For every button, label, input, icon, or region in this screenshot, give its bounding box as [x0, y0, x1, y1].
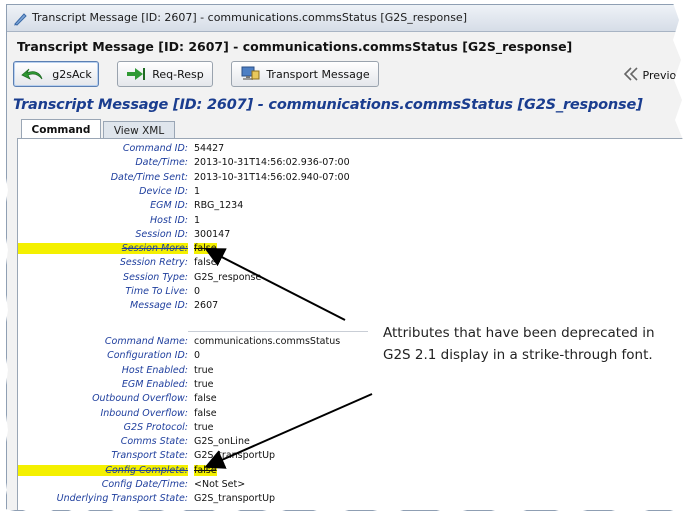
- detail-label: Session Type:: [123, 271, 188, 283]
- detail-label: Session ID:: [135, 228, 188, 240]
- detail-value: 0: [194, 286, 201, 297]
- detail-row: Session Type: G2S_response: [18, 272, 692, 286]
- detail-row: Time To Live: 0: [18, 286, 692, 300]
- detail-value: 1: [194, 214, 201, 226]
- deprecated-label: Config Complete:: [18, 464, 188, 476]
- detail-value: G2S_transportUp: [194, 493, 276, 505]
- detail-value: 0: [194, 350, 201, 362]
- detail-label: Device ID:: [139, 185, 188, 197]
- detail-label: Command Name:: [104, 336, 188, 347]
- window-title: Transcript Message [ID: 2607] - communic…: [32, 11, 467, 24]
- previous-button[interactable]: Previous: [623, 67, 690, 84]
- detail-value: <Not Set>: [194, 479, 246, 490]
- page-title: Transcript Message [ID: 2607] - communic…: [13, 97, 643, 113]
- req-resp-button[interactable]: Req-Resp: [117, 61, 213, 87]
- detail-label: Host Enabled:: [121, 364, 188, 376]
- detail-row: Outbound Overflow: false: [18, 393, 692, 407]
- detail-row: Transport State: G2S_transportUp: [18, 450, 692, 464]
- detail-row: Session More: false: [18, 243, 692, 257]
- detail-label: Outbound Overflow:: [92, 393, 188, 405]
- detail-value: 54427: [194, 143, 225, 154]
- detail-row: Device ID: 1: [18, 186, 692, 200]
- detail-row: Underlying Transport State: G2S_transport…: [18, 493, 692, 507]
- detail-label: Message ID:: [130, 300, 188, 312]
- tab-view-xml[interactable]: View XML: [103, 121, 175, 139]
- detail-value: communications.commsStatus: [194, 336, 341, 347]
- detail-value: false: [194, 407, 217, 419]
- toolbar: g2sAck Req-Resp Transport Message Previo…: [7, 57, 692, 91]
- detail-label: Date/Time:: [135, 157, 188, 169]
- g2sack-label: g2sAck: [52, 67, 92, 81]
- detail-row: Inbound Overflow: false: [18, 408, 692, 422]
- transport-message-label: Transport Message: [266, 67, 370, 81]
- detail-label: EGM Enabled:: [121, 378, 188, 390]
- detail-row: Session ID: 300147: [18, 229, 692, 243]
- callout-annotation: Attributes that have been deprecated in …: [383, 325, 655, 363]
- detail-value: false: [194, 393, 217, 405]
- computer-icon: [240, 66, 260, 82]
- detail-row: Date/Time Sent: 2013-10-31T14:56:02.940-0…: [18, 172, 692, 186]
- detail-row: Config Date/Time: <Not Set>: [18, 479, 692, 493]
- detail-value: 300147: [194, 228, 231, 240]
- detail-value: G2S_onLine: [194, 436, 250, 448]
- detail-value: 1: [194, 185, 201, 197]
- tab-command[interactable]: Command: [21, 119, 101, 139]
- transcript-window: Transcript Message [ID: 2607] - communic…: [6, 4, 692, 511]
- detail-value: false: [194, 257, 217, 269]
- g2sack-button[interactable]: g2sAck: [13, 61, 99, 87]
- detail-label: Configuration ID:: [107, 350, 188, 362]
- group-divider: [188, 331, 368, 332]
- detail-row: Host ID: 1: [18, 215, 692, 229]
- detail-value: true: [194, 378, 214, 390]
- detail-row: Session Retry: false: [18, 257, 692, 271]
- detail-label: Config Date/Time:: [101, 479, 188, 490]
- detail-row: Host Enabled: true: [18, 365, 692, 379]
- window-titlebar[interactable]: Transcript Message [ID: 2607] - communic…: [7, 5, 692, 32]
- detail-row: Message ID: 2607: [18, 300, 692, 314]
- deprecated-value: false: [194, 464, 217, 476]
- detail-label: Inbound Overflow:: [100, 407, 188, 419]
- detail-row: Comms State: G2S_onLine: [18, 436, 692, 450]
- deprecated-value: false: [194, 243, 217, 255]
- detail-value: G2S_transportUp: [194, 450, 276, 462]
- detail-label: G2S Protocol:: [123, 421, 188, 433]
- app-icon: [13, 11, 27, 26]
- detail-label: Underlying Transport State:: [56, 493, 188, 505]
- header-title: Transcript Message [ID: 2607] - communic…: [17, 39, 573, 54]
- req-resp-label: Req-Resp: [152, 67, 204, 81]
- detail-value: RBG_1234: [194, 200, 244, 212]
- detail-label: Command ID:: [122, 143, 188, 154]
- deprecated-label: Session More:: [18, 243, 188, 255]
- detail-value: true: [194, 421, 214, 433]
- detail-row: Config Complete: false: [18, 464, 692, 479]
- detail-label: Comms State:: [120, 436, 188, 448]
- detail-value: G2S_response: [194, 271, 262, 283]
- transport-message-button[interactable]: Transport Message: [231, 61, 379, 87]
- detail-value: true: [194, 364, 214, 376]
- detail-row: EGM ID: RBG_1234: [18, 200, 692, 214]
- arrow-right-icon: [126, 67, 146, 81]
- detail-row: G2S Protocol: true: [18, 422, 692, 436]
- detail-row: Date/Time: 2013-10-31T14:56:02.936-07:00: [18, 157, 692, 171]
- detail-label: Date/Time Sent:: [110, 171, 188, 183]
- double-chevron-left-icon: [623, 67, 639, 84]
- detail-label: Session Retry:: [119, 257, 188, 269]
- previous-label: Previous: [642, 69, 690, 82]
- detail-label: EGM ID:: [150, 200, 188, 212]
- detail-row: Command ID: 54427: [18, 143, 692, 157]
- detail-label: Time To Live:: [125, 286, 188, 297]
- detail-label: Host ID:: [150, 214, 188, 226]
- detail-label: Transport State:: [111, 450, 188, 462]
- detail-value: 2607: [194, 300, 219, 312]
- detail-row: EGM Enabled: true: [18, 379, 692, 393]
- detail-value: 2013-10-31T14:56:02.936-07:00: [194, 157, 350, 169]
- detail-value: 2013-10-31T14:56:02.940-07:00: [194, 171, 350, 183]
- back-arrow-icon: [20, 66, 46, 82]
